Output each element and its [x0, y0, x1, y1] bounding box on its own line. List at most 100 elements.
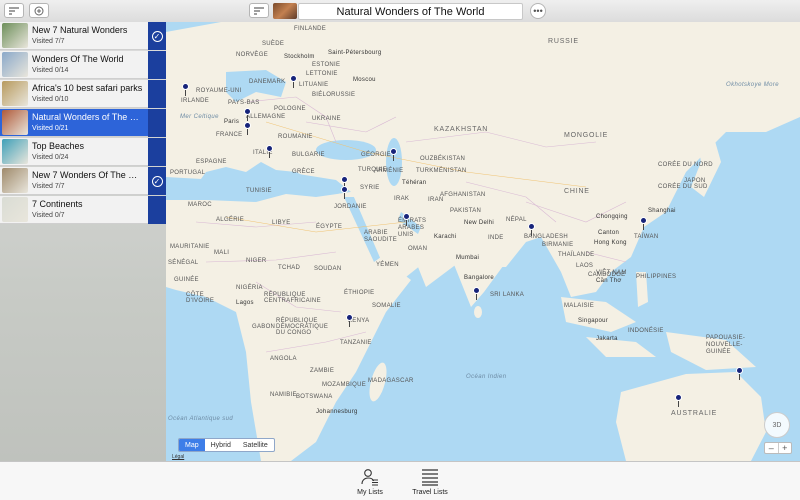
sidebar-toggle-button[interactable] — [4, 3, 24, 18]
map-label-norvege: NORVÈGE — [236, 52, 268, 58]
map-label-shanghai: Shanghai — [648, 208, 676, 214]
location-pin[interactable] — [290, 75, 297, 88]
map-view[interactable]: RUSSIE FINLANDE SUÈDE NORVÈGE Stockholm … — [166, 22, 800, 461]
map-label-bulgarie: BULGARIE — [292, 152, 325, 158]
map-label-danemark: DANEMARK — [249, 79, 286, 85]
location-pin[interactable] — [390, 148, 397, 161]
list-view-button[interactable] — [249, 3, 269, 18]
map-label-estonie: ESTONIE — [312, 62, 341, 68]
location-pin[interactable] — [346, 314, 353, 327]
location-pin[interactable] — [736, 367, 743, 380]
map-label-mumbai: Mumbai — [456, 255, 480, 261]
list-thumbnail — [2, 110, 28, 135]
list-item[interactable]: New 7 Natural Wonders Visited 7/7 ✓ — [0, 22, 166, 50]
map-label-roumanie: ROUMANIE — [278, 134, 313, 140]
map-label-mozambique: MOZAMBIQUE — [322, 382, 367, 388]
map-label-jakarta: Jakarta — [596, 336, 618, 342]
zoom-control: – + — [764, 442, 792, 454]
map-label-ocean-indien: Océan Indien — [466, 374, 507, 380]
list-visited-count: Visited 0/10 — [32, 96, 69, 103]
location-pin[interactable] — [675, 394, 682, 407]
tab-my-lists[interactable]: My Lists — [340, 467, 400, 496]
list-item[interactable]: New 7 Wonders Of The Wo... Visited 7/7 ✓ — [0, 167, 166, 195]
map-label-pays-bas: PAYS-BAS — [228, 100, 260, 106]
map-label-singapour: Singapour — [578, 318, 609, 324]
list-item[interactable]: Africa's 10 best safari parks Visited 0/1… — [0, 80, 166, 108]
list-title: Wonders Of The World — [32, 54, 124, 64]
location-pin[interactable] — [341, 176, 348, 189]
list-item[interactable]: Top Beaches Visited 0/24 — [0, 138, 166, 166]
location-pin[interactable] — [341, 186, 348, 199]
map-label-mongolie: MONGOLIE — [564, 132, 609, 139]
map-mode-satellite[interactable]: Satellite — [237, 439, 274, 451]
add-list-button[interactable] — [29, 3, 49, 18]
location-pin[interactable] — [640, 217, 647, 230]
toolbar: Natural Wonders of The World ••• — [0, 0, 800, 23]
location-pin[interactable] — [182, 83, 189, 96]
map-label-rdc: RÉPUBLIQUE DÉMOCRATIQUE DU CONGO — [276, 318, 329, 336]
map-label-teheran: Téhéran — [402, 180, 427, 186]
list-status-badge[interactable] — [148, 196, 166, 224]
checkmark-icon: ✓ — [151, 30, 163, 42]
map-label-somalie: SOMALIE — [372, 303, 401, 309]
map-label-moscou: Moscou — [353, 77, 376, 83]
location-pin[interactable] — [266, 145, 273, 158]
map-label-senegal: SÉNÉGAL — [168, 260, 199, 266]
map-label-laos: LAOS — [576, 263, 594, 269]
location-pin[interactable] — [244, 108, 251, 121]
list-status-badge[interactable] — [148, 51, 166, 79]
list-status-badge[interactable] — [148, 80, 166, 108]
list-title: New 7 Wonders Of The Wo... — [32, 170, 144, 180]
tab-travel-lists[interactable]: Travel Lists — [400, 467, 460, 496]
list-status-badge[interactable] — [148, 138, 166, 166]
list-thumbnail — [2, 23, 28, 48]
list-status-badge[interactable] — [148, 109, 166, 137]
map-label-georgie: GÉORGIE — [361, 152, 392, 158]
map-label-rca: RÉPUBLIQUE CENTRAFRICAINE — [264, 292, 321, 304]
list-item[interactable]: Natural Wonders of The W... Visited 0/21 — [0, 109, 166, 137]
map-label-tanzanie: TANZANIE — [340, 340, 372, 346]
map-label-chongqing: Chongqing — [596, 214, 628, 220]
add-icon — [34, 6, 44, 15]
map-mode-map[interactable]: Map — [179, 439, 205, 451]
list-status-badge[interactable]: ✓ — [148, 167, 166, 195]
map-label-belarus: BIÉLORUSSIE — [312, 92, 356, 98]
map-label-johannesburg: Johannesburg — [316, 409, 358, 415]
map-label-armenie: ARMÉNIE — [374, 168, 404, 174]
map-label-st-petersbourg: Saint-Pétersbourg — [328, 50, 382, 56]
location-pin[interactable] — [244, 122, 251, 135]
map-label-egypte: ÉGYPTE — [316, 224, 343, 230]
map-mode-hybrid[interactable]: Hybrid — [205, 439, 237, 451]
sidebar-toggle-icon — [9, 6, 19, 15]
map-label-namibie: NAMIBIE — [270, 392, 297, 398]
list-visited-count: Visited 7/7 — [32, 183, 65, 190]
location-pin[interactable] — [473, 287, 480, 300]
map-label-lettonie: LETTONIE — [306, 71, 338, 77]
list-item[interactable]: 7 Continents Visited 0/7 — [0, 196, 166, 224]
list-item[interactable]: Wonders Of The World Visited 0/14 — [0, 51, 166, 79]
map-label-birmanie: BIRMANIE — [542, 242, 574, 248]
list-status-badge[interactable]: ✓ — [148, 22, 166, 50]
zoom-in-button[interactable]: + — [779, 443, 792, 453]
location-pin[interactable] — [403, 213, 410, 226]
list-view-icon — [254, 6, 264, 15]
map-label-okhotsk: Okhotskoye More — [726, 82, 780, 88]
compass-3d-button[interactable]: 3D — [764, 412, 790, 438]
map-label-japon: JAPON — [684, 178, 706, 184]
window-title: Natural Wonders of The World — [298, 3, 523, 20]
location-pin[interactable] — [528, 223, 535, 236]
list-title: 7 Continents — [32, 199, 83, 209]
list-thumbnail — [2, 52, 28, 77]
legal-link[interactable]: Légal — [172, 454, 184, 460]
map-label-allemagne: ALLEMAGNE — [246, 114, 286, 120]
map-label-yemen: YÉMEN — [376, 262, 399, 268]
map-label-hong-kong: Hong Kong — [594, 240, 627, 246]
person-list-icon — [361, 469, 378, 486]
list-visited-count: Visited 7/7 — [32, 38, 65, 45]
more-options-button[interactable]: ••• — [530, 3, 546, 19]
map-label-suede: SUÈDE — [262, 41, 285, 47]
zoom-out-button[interactable]: – — [765, 443, 779, 453]
list-visited-count: Visited 0/14 — [32, 67, 69, 74]
map-label-inde: INDE — [488, 235, 504, 241]
map-label-guinee: GUINÉE — [174, 277, 199, 283]
